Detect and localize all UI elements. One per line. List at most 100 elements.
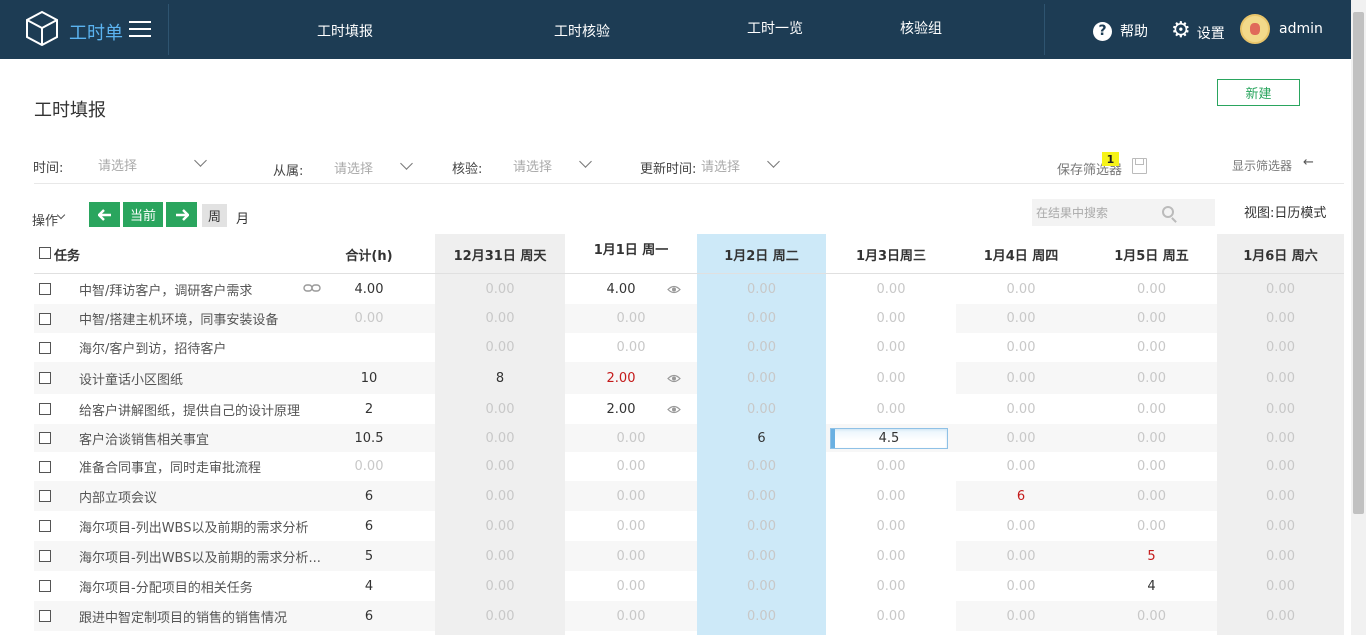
day-hours-cell[interactable]: 2.00 bbox=[585, 394, 657, 424]
day-hours-cell[interactable]: 0.00 bbox=[1217, 481, 1344, 511]
day-hours-cell[interactable]: 0.00 bbox=[826, 394, 956, 424]
new-button[interactable]: 新建 bbox=[1217, 79, 1300, 106]
operations-dropdown[interactable]: 操作 bbox=[32, 210, 58, 229]
table-row[interactable]: 海尔/客户到访，招待客户 0.00 0.00 0.00 0.00 0.00 0.00 0.00 bbox=[34, 333, 1344, 362]
day-hours-cell[interactable]: 0.00 bbox=[697, 394, 826, 424]
day-hours-cell[interactable]: 0.00 bbox=[697, 481, 826, 511]
day-hours-cell[interactable]: 0.00 bbox=[435, 394, 565, 424]
day-hours-cell[interactable]: 0.00 bbox=[1086, 424, 1217, 452]
task-name[interactable]: 准备合同事宜，同时走审批流程 bbox=[79, 452, 261, 481]
next-button[interactable] bbox=[166, 202, 197, 227]
task-name[interactable]: 海尔/客户到访，招待客户 bbox=[79, 333, 226, 362]
select-all-checkbox[interactable] bbox=[39, 247, 51, 259]
table-row[interactable]: 中智/搭建主机环境，同事安装设备 0.00 0.00 0.00 0.00 0.00 0.00… bbox=[34, 304, 1344, 333]
vertical-scrollbar[interactable] bbox=[1351, 0, 1366, 635]
day-hours-cell[interactable]: 0.00 bbox=[826, 304, 956, 333]
task-name[interactable]: 设计童话小区图纸 bbox=[79, 362, 183, 394]
row-checkbox[interactable] bbox=[39, 341, 51, 354]
day-hours-cell[interactable]: 6 bbox=[956, 481, 1086, 511]
day-hours-cell[interactable]: 6 bbox=[697, 424, 826, 452]
day-hours-cell[interactable]: 0.00 bbox=[435, 601, 565, 631]
table-row[interactable]: 跟进中智定制项目的销售的销售情况 6 0.00 0.00 0.00 0.00 0.00 0.0… bbox=[34, 601, 1344, 631]
day-hours-cell[interactable]: 0.00 bbox=[1086, 304, 1217, 333]
day-hours-cell[interactable]: 0.00 bbox=[565, 571, 697, 601]
eye-icon[interactable] bbox=[667, 405, 681, 414]
row-checkbox[interactable] bbox=[39, 610, 51, 622]
chevron-down-icon[interactable] bbox=[579, 155, 592, 168]
day-hours-cell[interactable]: 0.00 bbox=[1217, 394, 1344, 424]
day-hours-cell[interactable]: 0.00 bbox=[435, 274, 565, 304]
search-icon[interactable] bbox=[1162, 206, 1174, 218]
day-hours-cell[interactable]: 0.00 bbox=[1086, 601, 1217, 631]
day-hours-cell[interactable]: 0.00 bbox=[826, 274, 956, 304]
day-hours-cell[interactable]: 4 bbox=[1086, 571, 1217, 601]
day-hours-cell[interactable]: 0.00 bbox=[1217, 304, 1344, 333]
task-name[interactable]: 海尔项目-列出WBS以及前期的需求分析... bbox=[79, 541, 321, 571]
table-row[interactable]: 海尔项目-列出WBS以及前期的需求分析 6 0.00 0.00 0.00 0.00 0.00… bbox=[34, 511, 1344, 541]
table-row[interactable]: 海尔项目-分配项目的相关任务 4 0.00 0.00 0.00 0.00 0.00 4 0.00 bbox=[34, 571, 1344, 601]
day-hours-cell[interactable]: 0.00 bbox=[1086, 362, 1217, 394]
task-name[interactable]: 海尔项目-分配项目的相关任务 bbox=[79, 571, 253, 601]
day-hours-cell[interactable]: 0.00 bbox=[956, 304, 1086, 333]
day-hours-cell[interactable]: 0.00 bbox=[435, 481, 565, 511]
update-time-filter-select[interactable]: 请选择 bbox=[701, 156, 740, 175]
eye-icon[interactable] bbox=[667, 374, 681, 383]
chevron-down-icon[interactable] bbox=[400, 157, 413, 170]
row-checkbox[interactable] bbox=[39, 520, 51, 532]
scrollbar-thumb[interactable] bbox=[1353, 12, 1364, 514]
table-row[interactable]: 给客户讲解图纸，提供自己的设计原理 2 0.00 2.00 0.00 0.00 0.00 0.… bbox=[34, 394, 1344, 424]
chevron-down-icon[interactable] bbox=[194, 154, 207, 167]
day-hours-cell[interactable]: 0.00 bbox=[1086, 452, 1217, 481]
table-row[interactable]: 中智/拜访客户，调研客户需求 4.00 0.00 4.00 0.00 0.00 0.00 0.… bbox=[34, 274, 1344, 304]
link-icon[interactable] bbox=[303, 284, 321, 292]
month-view-button[interactable]: 月 bbox=[236, 208, 249, 227]
day-hours-cell[interactable]: 0.00 bbox=[1217, 452, 1344, 481]
row-checkbox[interactable] bbox=[39, 490, 51, 502]
table-row[interactable]: 内部立项会议 6 0.00 0.00 0.00 0.00 6 0.00 0.00 bbox=[34, 481, 1344, 511]
day-hours-cell[interactable]: 0.00 bbox=[1217, 362, 1344, 394]
row-checkbox[interactable] bbox=[39, 403, 51, 415]
table-row[interactable]: 客户洽谈销售相关事宜 10.5 0.00 0.00 6 4.5 0.00 0.00 0.00 bbox=[34, 424, 1344, 452]
hamburger-menu-icon[interactable] bbox=[129, 21, 151, 37]
row-checkbox[interactable] bbox=[39, 312, 51, 325]
day-hours-cell[interactable]: 0.00 bbox=[956, 541, 1086, 571]
day-hours-cell[interactable]: 0.00 bbox=[565, 304, 697, 333]
day-hours-cell[interactable]: 0.00 bbox=[697, 511, 826, 541]
table-row[interactable]: 海尔项目-列出WBS以及前期的需求分析... 5 0.00 0.00 0.00 0.00 0… bbox=[34, 541, 1344, 571]
day-hours-cell[interactable]: 0.00 bbox=[1217, 333, 1344, 362]
day-hours-cell[interactable]: 0.00 bbox=[826, 541, 956, 571]
day-hours-cell[interactable]: 0.00 bbox=[956, 424, 1086, 452]
day-hours-cell[interactable]: 0.00 bbox=[1217, 541, 1344, 571]
day-hours-cell[interactable]: 0.00 bbox=[956, 362, 1086, 394]
row-checkbox[interactable] bbox=[39, 580, 51, 592]
day-hours-cell[interactable]: 0.00 bbox=[1217, 424, 1344, 452]
day-hours-cell[interactable]: 0.00 bbox=[697, 304, 826, 333]
show-filter-link[interactable]: 显示筛选器 bbox=[1232, 157, 1292, 174]
task-name[interactable]: 给客户讲解图纸，提供自己的设计原理 bbox=[79, 394, 300, 424]
day-hours-cell[interactable]: 0.00 bbox=[1086, 511, 1217, 541]
day-hours-cell[interactable]: 0.00 bbox=[956, 274, 1086, 304]
day-hours-cell[interactable]: 0.00 bbox=[826, 452, 956, 481]
day-hours-cell[interactable]: 0.00 bbox=[565, 541, 697, 571]
help-link[interactable]: ? 帮助 bbox=[1093, 21, 1148, 41]
day-hours-cell[interactable]: 0.00 bbox=[565, 601, 697, 631]
day-hours-cell[interactable]: 0.00 bbox=[565, 452, 697, 481]
day-hours-cell[interactable]: 0.00 bbox=[697, 571, 826, 601]
day-hours-cell[interactable]: 0.00 bbox=[435, 452, 565, 481]
day-hours-cell[interactable]: 0.00 bbox=[565, 511, 697, 541]
row-checkbox[interactable] bbox=[39, 283, 51, 295]
day-hours-cell[interactable]: 0.00 bbox=[697, 601, 826, 631]
eye-icon[interactable] bbox=[667, 285, 681, 294]
nav-item-verify-group[interactable]: 核验组 bbox=[900, 18, 942, 38]
day-hours-cell[interactable]: 0.00 bbox=[956, 601, 1086, 631]
row-checkbox[interactable] bbox=[39, 372, 51, 384]
day-hours-cell[interactable]: 4.00 bbox=[585, 274, 657, 304]
day-hours-cell[interactable]: 0.00 bbox=[956, 333, 1086, 362]
verify-filter-select[interactable]: 请选择 bbox=[513, 156, 552, 175]
day-hours-cell[interactable]: 0.00 bbox=[565, 333, 697, 362]
day-hours-cell[interactable]: 0.00 bbox=[826, 333, 956, 362]
day-hours-cell[interactable]: 0.00 bbox=[565, 481, 697, 511]
day-hours-cell[interactable]: 0.00 bbox=[435, 511, 565, 541]
day-hours-cell[interactable]: 0.00 bbox=[1217, 511, 1344, 541]
day-hours-cell[interactable]: 0.00 bbox=[826, 511, 956, 541]
